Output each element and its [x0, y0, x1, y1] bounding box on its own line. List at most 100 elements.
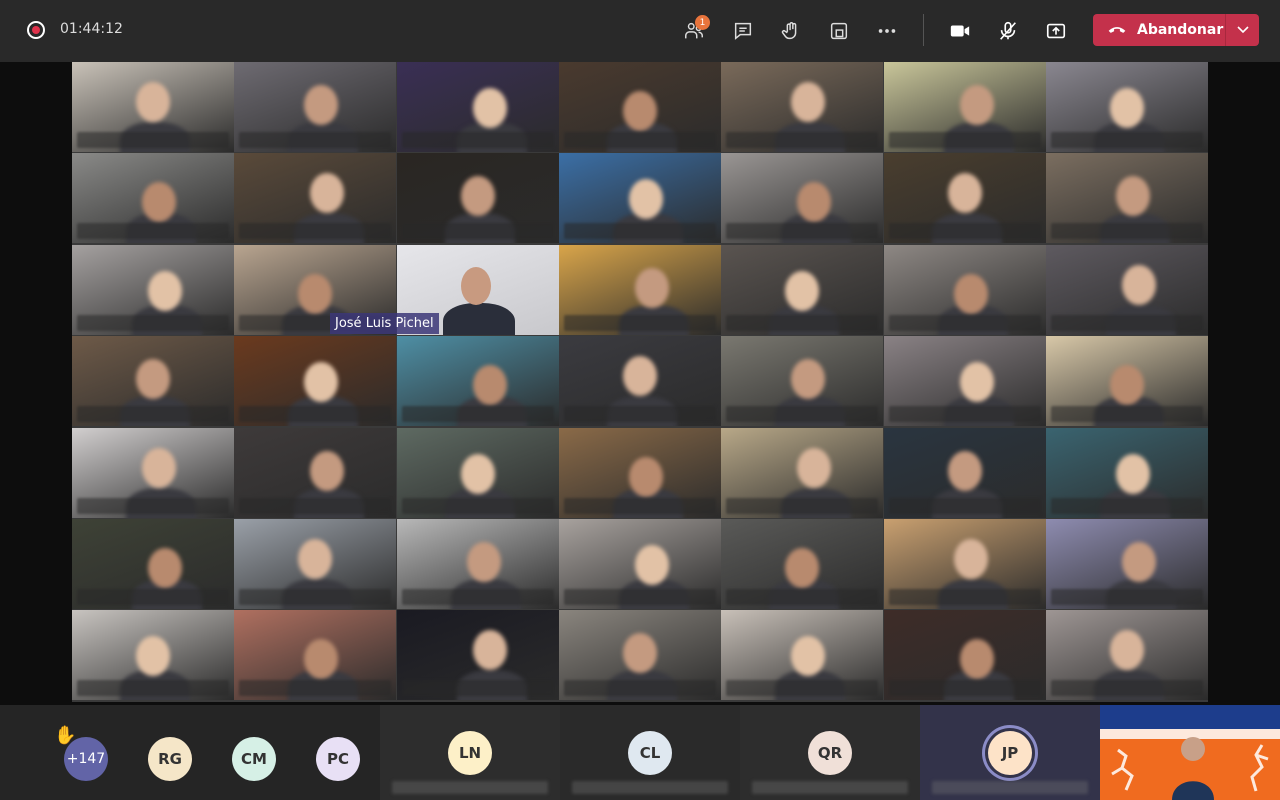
participant-video-tile[interactable]	[72, 244, 234, 335]
participant-face	[959, 362, 994, 403]
participant-video-tile[interactable]	[721, 519, 884, 609]
participant-avatar[interactable]: PC	[316, 737, 360, 781]
participant-video-tile[interactable]	[72, 610, 234, 701]
participant-video-tile[interactable]	[72, 62, 234, 152]
participant-video-tile[interactable]	[721, 62, 884, 152]
participant-tile[interactable]: CL	[560, 705, 740, 800]
leave-button[interactable]: Abandonar	[1093, 14, 1225, 46]
participant-face	[947, 450, 982, 491]
participant-video-tile[interactable]	[396, 610, 559, 701]
participant-body	[442, 302, 515, 335]
chat-button[interactable]	[726, 14, 760, 48]
participant-video-tile[interactable]	[721, 244, 884, 335]
participant-video-tile[interactable]	[721, 610, 884, 701]
participant-face	[959, 639, 994, 680]
participant-video-tile[interactable]	[721, 427, 884, 518]
participant-face	[460, 176, 495, 217]
participant-video-tile[interactable]	[234, 153, 397, 244]
participant-avatar: LN	[448, 731, 492, 775]
participant-face	[1115, 176, 1150, 217]
self-view-video[interactable]	[1100, 705, 1280, 800]
participant-video-tile[interactable]	[558, 336, 721, 427]
participant-video-tile[interactable]	[1045, 427, 1208, 518]
participant-video-tile[interactable]	[883, 336, 1046, 427]
participant-name-blurred	[239, 497, 392, 514]
spotlight-name-label: José Luis Pichel	[330, 313, 439, 334]
participant-video-tile[interactable]	[72, 336, 234, 427]
participant-name-blurred	[726, 497, 879, 514]
participant-name-blurred	[563, 223, 716, 240]
participant-video-tile[interactable]	[883, 427, 1046, 518]
participant-face	[472, 630, 507, 671]
participant-name-blurred	[401, 223, 554, 240]
participant-video-tile[interactable]	[396, 62, 559, 152]
participant-video-tile[interactable]	[883, 153, 1046, 244]
participant-face	[797, 447, 832, 488]
participant-face	[785, 548, 820, 588]
participant-video-tile[interactable]	[1045, 336, 1208, 427]
participant-avatar[interactable]: RG	[148, 737, 192, 781]
participant-video-tile[interactable]	[558, 153, 721, 244]
participant-video-tile[interactable]	[234, 610, 397, 701]
chat-icon	[734, 22, 752, 40]
participant-video-tile[interactable]	[883, 244, 1046, 335]
participant-video-tile[interactable]	[883, 610, 1046, 701]
participant-video-tile[interactable]	[234, 336, 397, 427]
participant-video-tile[interactable]	[558, 244, 721, 335]
participant-video-tile[interactable]	[558, 519, 721, 609]
participant-video-tile[interactable]	[1045, 519, 1208, 609]
share-screen-button[interactable]	[1039, 14, 1073, 48]
participant-video-tile[interactable]	[72, 427, 234, 518]
participant-video-tile[interactable]	[72, 153, 234, 244]
participant-video-tile[interactable]	[558, 62, 721, 152]
participant-video-tile[interactable]	[72, 519, 234, 609]
breakout-rooms-button[interactable]	[822, 14, 856, 48]
participant-name-blurred	[401, 132, 554, 148]
participant-video-tile[interactable]	[721, 336, 884, 427]
participant-video-tile[interactable]	[721, 153, 884, 244]
participant-face	[148, 270, 182, 311]
participant-name-blurred	[888, 314, 1041, 331]
participant-video-tile[interactable]	[1045, 153, 1208, 244]
participant-name-blurred	[726, 406, 879, 423]
leave-options-button[interactable]	[1226, 14, 1259, 46]
participant-name-blurred	[1050, 680, 1203, 697]
participant-face	[136, 359, 170, 400]
participant-tile[interactable]: QR	[740, 705, 920, 800]
participants-button[interactable]: 1	[677, 14, 711, 48]
participant-name-blurred	[563, 132, 716, 148]
participant-video-tile[interactable]	[558, 610, 721, 701]
camera-button[interactable]	[943, 14, 977, 48]
participant-video-tile[interactable]	[883, 62, 1046, 152]
mic-button[interactable]	[991, 14, 1025, 48]
participant-video-tile[interactable]	[234, 519, 397, 609]
participant-name-blurred	[563, 680, 716, 697]
participant-name-blurred	[932, 781, 1088, 794]
raise-hand-button[interactable]	[774, 14, 808, 48]
participant-video-tile[interactable]	[396, 153, 559, 244]
participant-video-tile[interactable]	[1045, 62, 1208, 152]
participant-name-blurred	[888, 680, 1041, 697]
participant-video-tile[interactable]	[1045, 610, 1208, 701]
participant-name-blurred	[1050, 223, 1203, 240]
participant-video-tile[interactable]	[396, 519, 559, 609]
participant-name-blurred	[563, 497, 716, 514]
participant-video-tile[interactable]	[558, 427, 721, 518]
participant-video-tile[interactable]	[234, 62, 397, 152]
participant-name-blurred	[563, 589, 716, 605]
participant-video-tile[interactable]	[883, 519, 1046, 609]
participant-video-tile[interactable]	[234, 427, 397, 518]
more-options-button[interactable]	[870, 14, 904, 48]
participant-tile-speaking[interactable]: JP	[920, 705, 1100, 800]
participant-video-tile[interactable]	[396, 427, 559, 518]
participant-video-tile[interactable]	[396, 336, 559, 427]
overflow-participants-button[interactable]: +147	[64, 737, 108, 781]
participant-face	[460, 266, 491, 305]
participant-tile[interactable]: LN	[380, 705, 560, 800]
participant-avatar[interactable]: CM	[232, 737, 276, 781]
participant-face	[622, 91, 657, 131]
participant-video-tile[interactable]	[1045, 244, 1208, 335]
participant-name-blurred	[726, 589, 879, 605]
participant-name-blurred	[1050, 406, 1203, 423]
participant-name-blurred	[77, 497, 229, 514]
